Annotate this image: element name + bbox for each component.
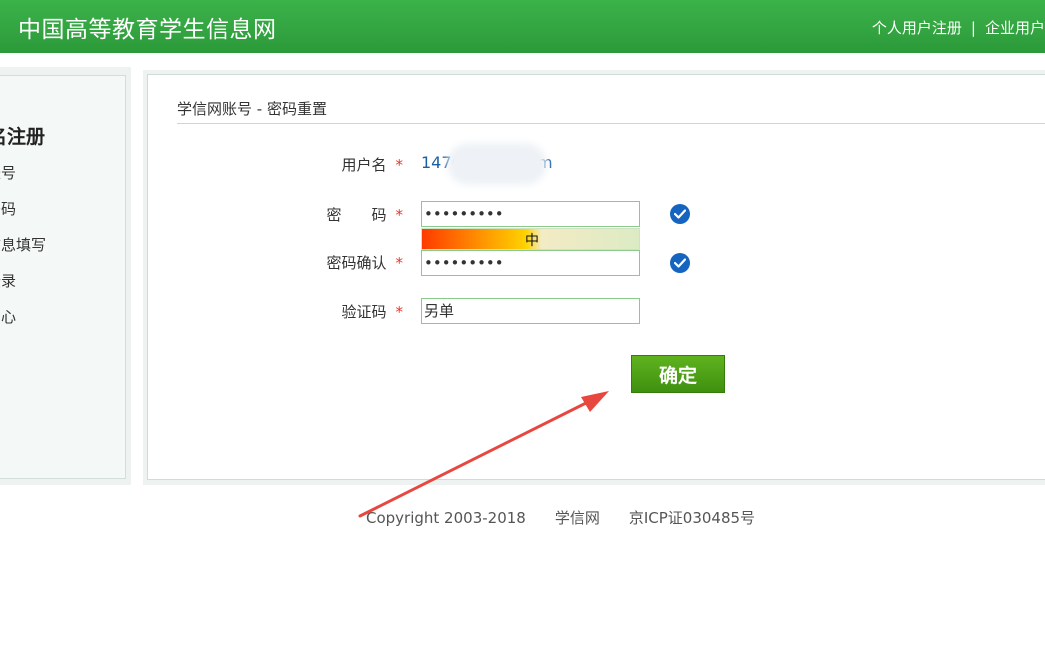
confirm-button[interactable]: 确定 bbox=[631, 355, 725, 393]
sidebar-container: 名注册 账号 密码 信息填写 登录 中心 bbox=[0, 67, 131, 485]
sidebar-item-login[interactable]: 登录 bbox=[0, 270, 16, 291]
required-mark: * bbox=[395, 156, 404, 174]
sidebar-heading: 名注册 bbox=[0, 126, 46, 148]
personal-register-link[interactable]: 个人用户注册 bbox=[872, 19, 962, 37]
reset-form-panel: 学信网账号 - 密码重置 用户名* 1476 @163.com 密 码* •••… bbox=[147, 74, 1045, 480]
sidebar-item-info[interactable]: 信息填写 bbox=[0, 234, 46, 255]
password-confirm-label: 密码确认 * bbox=[263, 252, 403, 273]
captcha-input[interactable]: 另单 bbox=[421, 298, 640, 324]
sidebar-item-account[interactable]: 账号 bbox=[0, 162, 16, 183]
password-label: 密 码 * bbox=[263, 204, 403, 225]
sidebar: 名注册 账号 密码 信息填写 登录 中心 bbox=[0, 75, 126, 479]
sidebar-item-center[interactable]: 中心 bbox=[0, 306, 16, 327]
enterprise-register-link[interactable]: 企业用户 bbox=[985, 19, 1045, 37]
panel-title: 学信网账号 - 密码重置 bbox=[177, 100, 327, 118]
link-separator: | bbox=[970, 19, 976, 37]
footer-copyright: Copyright 2003-2018 bbox=[366, 509, 526, 527]
footer-site-link[interactable]: 学信网 bbox=[555, 509, 600, 527]
top-links: 个人用户注册 | 企业用户 bbox=[872, 17, 1045, 38]
site-title[interactable]: 中国高等教育学生信息网 bbox=[18, 10, 277, 44]
footer: Copyright 2003-2018 学信网 京ICP证030485号 bbox=[366, 507, 784, 528]
username-label-text: 用户名 bbox=[341, 156, 387, 174]
required-mark: * bbox=[395, 254, 404, 272]
required-mark: * bbox=[395, 206, 404, 224]
main-container: 学信网账号 - 密码重置 用户名* 1476 @163.com 密 码* •••… bbox=[143, 70, 1045, 485]
footer-icp[interactable]: 京ICP证030485号 bbox=[629, 509, 755, 527]
check-circle-icon bbox=[670, 204, 690, 224]
top-header: 中国高等教育学生信息网 个人用户注册 | 企业用户 bbox=[0, 0, 1045, 53]
password-input[interactable]: ••••••••• bbox=[421, 201, 640, 227]
password-strength-meter: 中 bbox=[421, 228, 640, 250]
redaction-blur bbox=[453, 149, 541, 179]
password-label-text: 密 码 bbox=[326, 206, 387, 224]
required-mark: * bbox=[395, 303, 404, 321]
password-confirm-input[interactable]: ••••••••• bbox=[421, 250, 640, 276]
captcha-label-text: 验证码 bbox=[341, 303, 387, 321]
sidebar-item-password[interactable]: 密码 bbox=[0, 198, 16, 219]
strength-label: 中 bbox=[525, 233, 539, 249]
username-label: 用户名 * bbox=[263, 154, 403, 175]
check-circle-icon bbox=[670, 253, 690, 273]
password-confirm-label-text: 密码确认 bbox=[326, 254, 387, 272]
panel-divider bbox=[177, 123, 1045, 124]
captcha-label: 验证码 * bbox=[263, 301, 403, 322]
